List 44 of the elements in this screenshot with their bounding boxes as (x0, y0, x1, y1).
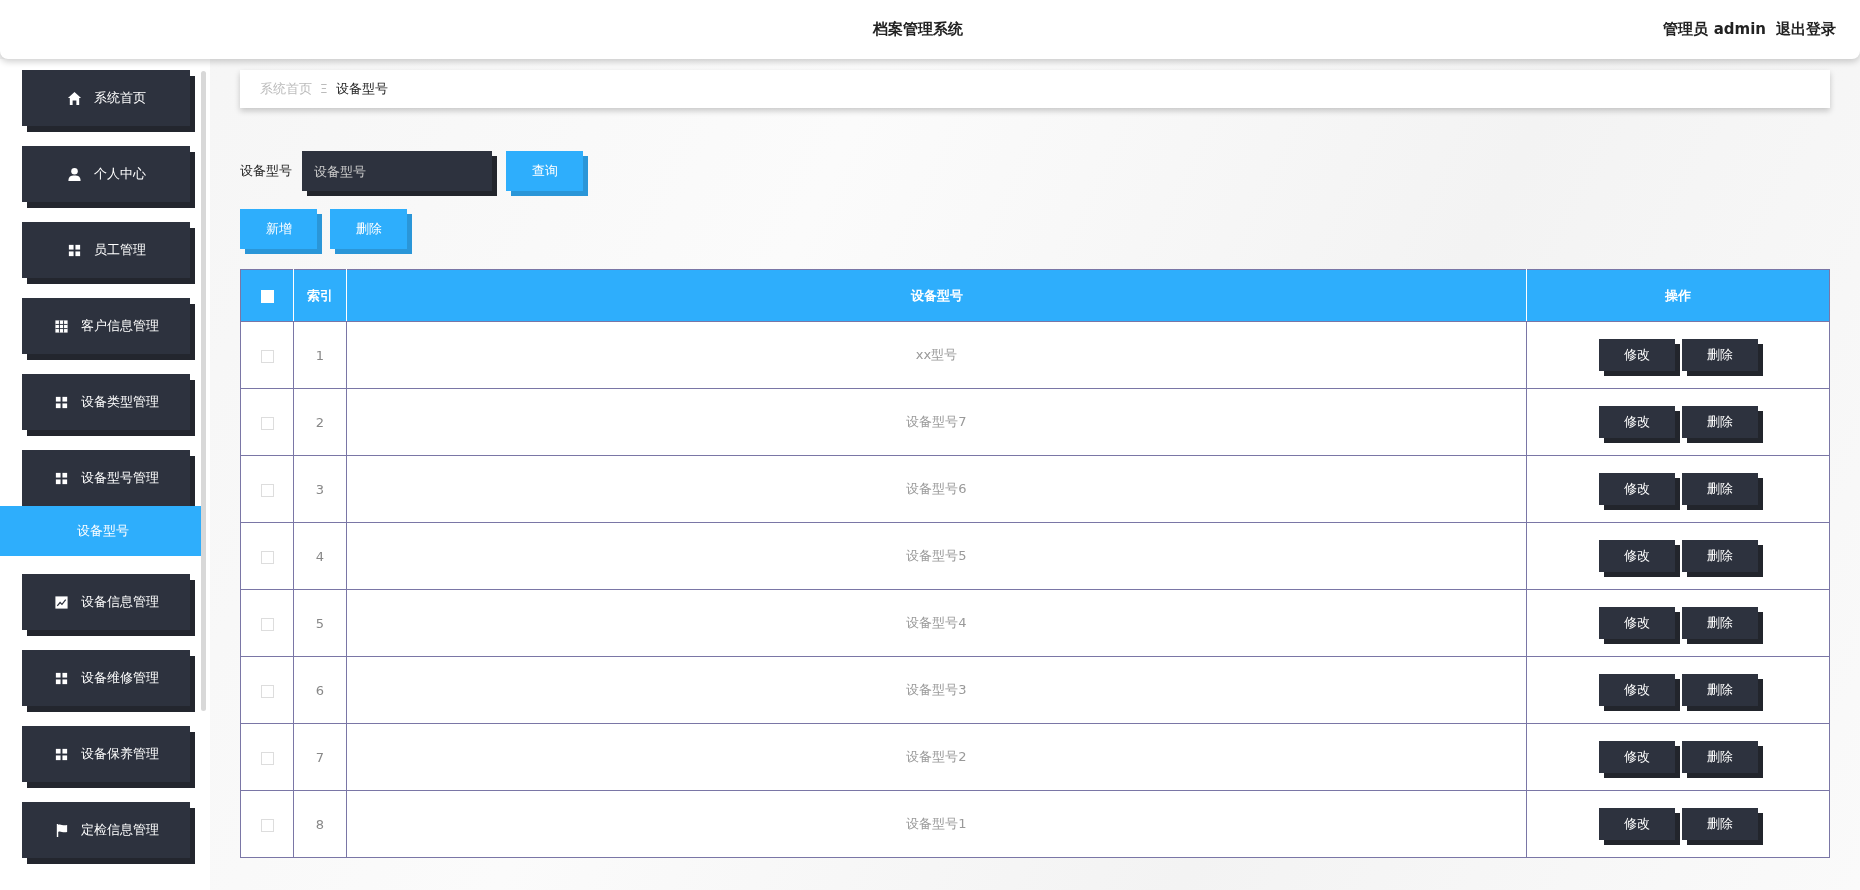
grid-icon (66, 242, 82, 258)
search-label: 设备型号 (240, 162, 292, 180)
scrollbar[interactable] (201, 71, 206, 711)
chart-icon (53, 594, 69, 610)
search-field[interactable]: 设备型号 (302, 151, 492, 191)
logout-link[interactable]: 退出登录 (1776, 20, 1836, 39)
grid-icon (53, 394, 69, 410)
user-label: 管理员 admin (1663, 20, 1766, 39)
table-cell: 4 (293, 522, 347, 590)
checkbox[interactable] (260, 416, 274, 430)
table-cell: 6 (293, 656, 347, 724)
table-cell: 1 (293, 321, 347, 389)
checkbox[interactable] (260, 483, 274, 497)
table-cell: 设备型号7 (346, 388, 1527, 456)
user-icon (66, 166, 82, 182)
table-cell: 5 (293, 589, 347, 657)
checkbox[interactable] (260, 349, 274, 363)
table-cell: 设备型号5 (346, 522, 1527, 590)
column-header: 设备型号 (346, 269, 1527, 322)
app-title: 档案管理系统 (873, 20, 963, 39)
table-cell: 设备型号1 (346, 790, 1527, 858)
breadcrumb-current: 设备型号 (335, 80, 388, 98)
checkbox[interactable] (260, 751, 274, 765)
table-cell: 设备型号6 (346, 455, 1527, 523)
column-header: 操作 (1526, 269, 1830, 322)
grid-icon (53, 470, 69, 486)
table-cell: 2 (293, 388, 347, 456)
table-cell: 7 (293, 723, 347, 791)
table-cell: 设备型号2 (346, 723, 1527, 791)
table-cell: xx型号 (346, 321, 1527, 389)
table-cell: 8 (293, 790, 347, 858)
grid-icon (53, 670, 69, 686)
breadcrumb-separator: Ξ (320, 82, 328, 96)
table-cell: 设备型号4 (346, 589, 1527, 657)
checkbox[interactable] (260, 684, 274, 698)
checkbox[interactable] (260, 550, 274, 564)
checkbox[interactable] (260, 617, 274, 631)
table-icon (53, 318, 69, 334)
home-icon (66, 90, 82, 106)
table-cell: 3 (293, 455, 347, 523)
column-header: 索引 (293, 269, 347, 322)
grid-icon (53, 746, 69, 762)
checkbox[interactable] (260, 818, 274, 832)
table-cell: 设备型号3 (346, 656, 1527, 724)
